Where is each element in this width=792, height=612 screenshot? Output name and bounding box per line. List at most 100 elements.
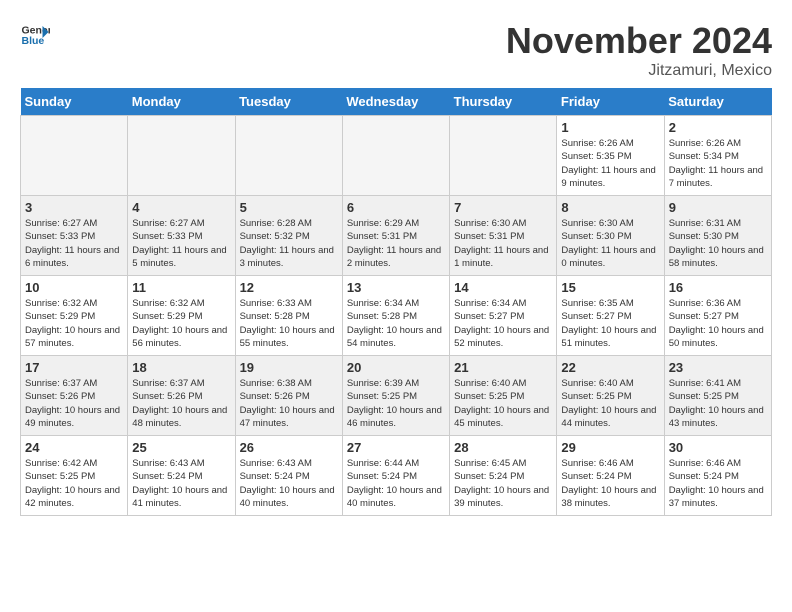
calendar-week-row: 1 Sunrise: 6:26 AM Sunset: 5:35 PM Daylig… [21, 116, 772, 196]
day-info: Sunrise: 6:27 AM Sunset: 5:33 PM Dayligh… [25, 217, 123, 270]
day-number: 20 [347, 360, 445, 375]
calendar-cell: 26 Sunrise: 6:43 AM Sunset: 5:24 PM Dayli… [235, 436, 342, 516]
day-number: 2 [669, 120, 767, 135]
svg-text:Blue: Blue [22, 35, 45, 47]
calendar-cell: 8 Sunrise: 6:30 AM Sunset: 5:30 PM Daylig… [557, 196, 664, 276]
calendar-cell: 25 Sunrise: 6:43 AM Sunset: 5:24 PM Dayli… [128, 436, 235, 516]
calendar-cell: 18 Sunrise: 6:37 AM Sunset: 5:26 PM Dayli… [128, 356, 235, 436]
day-number: 10 [25, 280, 123, 295]
calendar-cell: 5 Sunrise: 6:28 AM Sunset: 5:32 PM Daylig… [235, 196, 342, 276]
day-number: 22 [561, 360, 659, 375]
day-info: Sunrise: 6:45 AM Sunset: 5:24 PM Dayligh… [454, 457, 552, 510]
day-info: Sunrise: 6:43 AM Sunset: 5:24 PM Dayligh… [132, 457, 230, 510]
day-info: Sunrise: 6:29 AM Sunset: 5:31 PM Dayligh… [347, 217, 445, 270]
day-info: Sunrise: 6:36 AM Sunset: 5:27 PM Dayligh… [669, 297, 767, 350]
month-title: November 2024 [506, 20, 772, 62]
calendar-cell: 29Sunrise: 6:46 AM Sunset: 5:24 PM Dayli… [557, 436, 664, 516]
day-number: 29 [561, 440, 659, 455]
calendar-cell: 1 Sunrise: 6:26 AM Sunset: 5:35 PM Daylig… [557, 116, 664, 196]
day-number: 14 [454, 280, 552, 295]
calendar-cell: 24 Sunrise: 6:42 AM Sunset: 5:25 PM Dayli… [21, 436, 128, 516]
calendar-cell: 2 Sunrise: 6:26 AM Sunset: 5:34 PM Daylig… [664, 116, 771, 196]
calendar-cell: 9 Sunrise: 6:31 AM Sunset: 5:30 PM Daylig… [664, 196, 771, 276]
day-info: Sunrise: 6:44 AM Sunset: 5:24 PM Dayligh… [347, 457, 445, 510]
day-info: Sunrise: 6:46 AM Sunset: 5:24 PM Dayligh… [669, 457, 767, 510]
day-number: 18 [132, 360, 230, 375]
day-info: Sunrise: 6:37 AM Sunset: 5:26 PM Dayligh… [132, 377, 230, 430]
day-number: 28 [454, 440, 552, 455]
day-number: 30 [669, 440, 767, 455]
day-info: Sunrise: 6:38 AM Sunset: 5:26 PM Dayligh… [240, 377, 338, 430]
calendar-cell: 19 Sunrise: 6:38 AM Sunset: 5:26 PM Dayli… [235, 356, 342, 436]
day-info: Sunrise: 6:39 AM Sunset: 5:25 PM Dayligh… [347, 377, 445, 430]
day-info: Sunrise: 6:30 AM Sunset: 5:30 PM Dayligh… [561, 217, 659, 270]
day-info: Sunrise: 6:40 AM Sunset: 5:25 PM Dayligh… [561, 377, 659, 430]
day-info: Sunrise: 6:26 AM Sunset: 5:34 PM Dayligh… [669, 137, 767, 190]
calendar-cell: 22 Sunrise: 6:40 AM Sunset: 5:25 PM Dayli… [557, 356, 664, 436]
calendar-cell: 10 Sunrise: 6:32 AM Sunset: 5:29 PM Dayli… [21, 276, 128, 356]
day-number: 8 [561, 200, 659, 215]
weekday-header: Friday [557, 88, 664, 116]
day-info: Sunrise: 6:31 AM Sunset: 5:30 PM Dayligh… [669, 217, 767, 270]
weekday-header-row: SundayMondayTuesdayWednesdayThursdayFrid… [21, 88, 772, 116]
calendar-week-row: 24 Sunrise: 6:42 AM Sunset: 5:25 PM Dayli… [21, 436, 772, 516]
day-number: 13 [347, 280, 445, 295]
calendar-cell [342, 116, 449, 196]
day-info: Sunrise: 6:30 AM Sunset: 5:31 PM Dayligh… [454, 217, 552, 270]
day-number: 5 [240, 200, 338, 215]
day-number: 15 [561, 280, 659, 295]
weekday-header: Monday [128, 88, 235, 116]
calendar-cell: 14 Sunrise: 6:34 AM Sunset: 5:27 PM Dayli… [450, 276, 557, 356]
location-title: Jitzamuri, Mexico [506, 62, 772, 80]
weekday-header: Sunday [21, 88, 128, 116]
calendar-cell: 7Sunrise: 6:30 AM Sunset: 5:31 PM Daylig… [450, 196, 557, 276]
weekday-header: Thursday [450, 88, 557, 116]
calendar-cell: 28 Sunrise: 6:45 AM Sunset: 5:24 PM Dayli… [450, 436, 557, 516]
day-number: 23 [669, 360, 767, 375]
calendar-cell [235, 116, 342, 196]
calendar-week-row: 10 Sunrise: 6:32 AM Sunset: 5:29 PM Dayli… [21, 276, 772, 356]
calendar-week-row: 3 Sunrise: 6:27 AM Sunset: 5:33 PM Daylig… [21, 196, 772, 276]
calendar-cell: 13 Sunrise: 6:34 AM Sunset: 5:28 PM Dayli… [342, 276, 449, 356]
day-info: Sunrise: 6:26 AM Sunset: 5:35 PM Dayligh… [561, 137, 659, 190]
day-number: 3 [25, 200, 123, 215]
day-number: 9 [669, 200, 767, 215]
calendar-cell: 16Sunrise: 6:36 AM Sunset: 5:27 PM Dayli… [664, 276, 771, 356]
header: General Blue November 2024 Jitzamuri, Me… [20, 20, 772, 80]
weekday-header: Saturday [664, 88, 771, 116]
day-number: 11 [132, 280, 230, 295]
day-info: Sunrise: 6:42 AM Sunset: 5:25 PM Dayligh… [25, 457, 123, 510]
day-info: Sunrise: 6:40 AM Sunset: 5:25 PM Dayligh… [454, 377, 552, 430]
calendar-cell: 23 Sunrise: 6:41 AM Sunset: 5:25 PM Dayli… [664, 356, 771, 436]
title-section: November 2024 Jitzamuri, Mexico [506, 20, 772, 80]
day-info: Sunrise: 6:34 AM Sunset: 5:28 PM Dayligh… [347, 297, 445, 350]
calendar-week-row: 17 Sunrise: 6:37 AM Sunset: 5:26 PM Dayli… [21, 356, 772, 436]
calendar-cell [128, 116, 235, 196]
weekday-header: Wednesday [342, 88, 449, 116]
day-number: 25 [132, 440, 230, 455]
day-number: 26 [240, 440, 338, 455]
logo: General Blue [20, 20, 50, 50]
calendar-cell: 3 Sunrise: 6:27 AM Sunset: 5:33 PM Daylig… [21, 196, 128, 276]
weekday-header: Tuesday [235, 88, 342, 116]
day-info: Sunrise: 6:41 AM Sunset: 5:25 PM Dayligh… [669, 377, 767, 430]
calendar-cell: 15 Sunrise: 6:35 AM Sunset: 5:27 PM Dayli… [557, 276, 664, 356]
day-info: Sunrise: 6:43 AM Sunset: 5:24 PM Dayligh… [240, 457, 338, 510]
day-info: Sunrise: 6:35 AM Sunset: 5:27 PM Dayligh… [561, 297, 659, 350]
day-number: 19 [240, 360, 338, 375]
day-info: Sunrise: 6:28 AM Sunset: 5:32 PM Dayligh… [240, 217, 338, 270]
calendar-cell [21, 116, 128, 196]
day-number: 12 [240, 280, 338, 295]
day-number: 24 [25, 440, 123, 455]
day-info: Sunrise: 6:34 AM Sunset: 5:27 PM Dayligh… [454, 297, 552, 350]
calendar-cell [450, 116, 557, 196]
calendar-cell: 20 Sunrise: 6:39 AM Sunset: 5:25 PM Dayli… [342, 356, 449, 436]
day-info: Sunrise: 6:32 AM Sunset: 5:29 PM Dayligh… [25, 297, 123, 350]
calendar-cell: 21Sunrise: 6:40 AM Sunset: 5:25 PM Dayli… [450, 356, 557, 436]
day-number: 1 [561, 120, 659, 135]
day-number: 27 [347, 440, 445, 455]
calendar-cell: 17Sunrise: 6:37 AM Sunset: 5:26 PM Dayli… [21, 356, 128, 436]
day-info: Sunrise: 6:27 AM Sunset: 5:33 PM Dayligh… [132, 217, 230, 270]
day-number: 17 [25, 360, 123, 375]
day-number: 6 [347, 200, 445, 215]
